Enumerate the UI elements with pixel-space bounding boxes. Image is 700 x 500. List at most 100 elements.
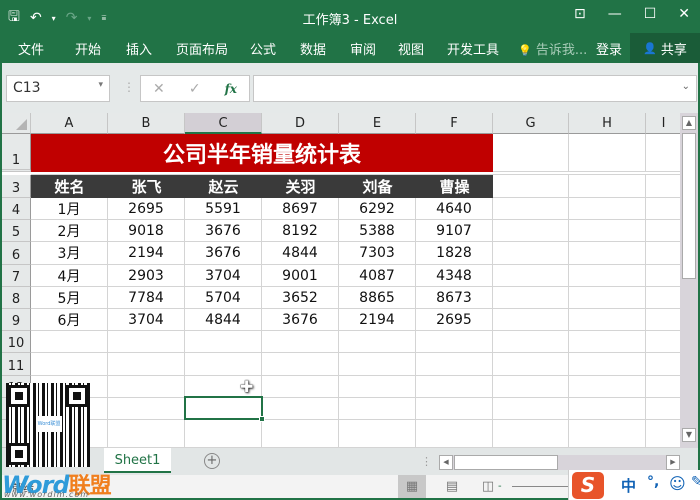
close-icon[interactable]: ✕ — [678, 6, 690, 22]
tab-split-handle-icon[interactable]: ⋮ — [421, 455, 432, 468]
cell[interactable] — [646, 376, 682, 398]
cell[interactable] — [493, 287, 569, 309]
row-header-5[interactable]: 5 — [2, 220, 31, 242]
tab-data[interactable]: 数据 — [300, 39, 326, 58]
cell[interactable] — [108, 376, 185, 398]
data-cell[interactable]: 2194 — [339, 309, 416, 331]
cell[interactable] — [339, 353, 416, 376]
header-cell[interactable]: 姓名 — [31, 175, 108, 198]
cell[interactable] — [185, 420, 262, 448]
cell[interactable] — [569, 198, 646, 220]
data-cell[interactable]: 4844 — [185, 309, 262, 331]
cell[interactable] — [569, 353, 646, 376]
active-cell-selection[interactable] — [184, 396, 265, 422]
column-header-h[interactable]: H — [569, 113, 646, 134]
data-cell[interactable]: 3704 — [185, 265, 262, 287]
data-cell[interactable]: 4348 — [416, 265, 493, 287]
data-cell[interactable]: 7784 — [108, 287, 185, 309]
data-cell[interactable]: 1828 — [416, 242, 493, 265]
cell[interactable] — [646, 242, 682, 265]
cell[interactable] — [339, 376, 416, 398]
column-header-f[interactable]: F — [416, 113, 493, 134]
cell[interactable] — [493, 398, 569, 420]
cell[interactable] — [493, 331, 569, 353]
cell[interactable] — [416, 353, 493, 376]
cell[interactable] — [339, 331, 416, 353]
row-header-3[interactable]: 3 — [2, 175, 31, 198]
cell[interactable] — [493, 353, 569, 376]
cell[interactable] — [416, 331, 493, 353]
data-cell[interactable]: 7303 — [339, 242, 416, 265]
cell[interactable] — [646, 265, 682, 287]
row-header-4[interactable]: 4 — [2, 198, 31, 220]
name-box[interactable]: C13 ▾ — [6, 75, 110, 102]
cell[interactable] — [646, 353, 682, 376]
share-button[interactable]: 👤 共享 — [630, 33, 700, 63]
cell[interactable] — [646, 175, 682, 198]
header-cell[interactable]: 张飞 — [108, 175, 185, 198]
column-header-a[interactable]: A — [31, 113, 108, 134]
zoom-out-icon[interactable]: - — [498, 481, 502, 492]
cell[interactable] — [646, 287, 682, 309]
data-cell[interactable]: 4月 — [31, 265, 108, 287]
header-cell[interactable]: 赵云 — [185, 175, 262, 198]
data-cell[interactable]: 1月 — [31, 198, 108, 220]
data-cell[interactable]: 2月 — [31, 220, 108, 242]
cell[interactable] — [493, 265, 569, 287]
cell[interactable] — [569, 309, 646, 331]
header-cell[interactable]: 关羽 — [262, 175, 339, 198]
tab-view[interactable]: 视图 — [398, 39, 424, 58]
scroll-down-icon[interactable]: ▼ — [682, 428, 696, 442]
row-header-9[interactable]: 9 — [2, 309, 31, 331]
cell[interactable] — [493, 242, 569, 265]
row-header-7[interactable]: 7 — [2, 265, 31, 287]
cell[interactable] — [569, 242, 646, 265]
page-layout-view-icon[interactable]: ▤ — [438, 475, 466, 498]
fill-handle[interactable] — [259, 416, 265, 422]
cell[interactable] — [262, 376, 339, 398]
cell[interactable] — [493, 420, 569, 448]
vertical-scrollbar[interactable]: ▲ ▼ — [680, 113, 698, 448]
cell[interactable] — [569, 398, 646, 420]
zoom-slider[interactable]: - — [498, 481, 572, 492]
cell[interactable] — [108, 353, 185, 376]
maximize-icon[interactable]: ☐ — [644, 6, 657, 22]
data-cell[interactable]: 6月 — [31, 309, 108, 331]
data-cell[interactable]: 8865 — [339, 287, 416, 309]
horizontal-scrollbar[interactable]: ◀ ▶ — [439, 455, 680, 470]
data-cell[interactable]: 6292 — [339, 198, 416, 220]
cell[interactable] — [646, 398, 682, 420]
data-cell[interactable]: 5704 — [185, 287, 262, 309]
column-header-g[interactable]: G — [493, 113, 569, 134]
cell[interactable] — [185, 331, 262, 353]
row-header-1[interactable]: 1 — [2, 134, 31, 172]
cell[interactable] — [646, 309, 682, 331]
ime-punctuation-icon[interactable]: °, — [647, 474, 659, 490]
minimize-icon[interactable]: — — [608, 6, 622, 22]
enter-icon[interactable]: ✓ — [189, 81, 201, 97]
worksheet-grid[interactable]: 公司半年销量统计表 ABCDEFGHI1345678910111213141月2… — [0, 113, 700, 448]
data-cell[interactable]: 5月 — [31, 287, 108, 309]
data-cell[interactable]: 8697 — [262, 198, 339, 220]
cell[interactable] — [262, 420, 339, 448]
cell[interactable] — [569, 134, 646, 172]
formula-input[interactable]: ⌄ — [253, 75, 697, 102]
cell[interactable] — [493, 175, 569, 198]
add-sheet-icon[interactable]: + — [204, 453, 220, 469]
cell[interactable] — [262, 331, 339, 353]
cell[interactable] — [646, 220, 682, 242]
title-merged-cell[interactable]: 公司半年销量统计表 — [31, 134, 493, 172]
scroll-up-icon[interactable]: ▲ — [682, 116, 696, 130]
vertical-scroll-thumb[interactable] — [682, 133, 696, 279]
cell[interactable] — [646, 331, 682, 353]
data-cell[interactable]: 9018 — [108, 220, 185, 242]
cell[interactable] — [493, 220, 569, 242]
data-cell[interactable]: 4640 — [416, 198, 493, 220]
cell[interactable] — [108, 420, 185, 448]
horizontal-scroll-thumb[interactable] — [454, 455, 558, 470]
cell[interactable] — [31, 353, 108, 376]
row-header-11[interactable]: 11 — [2, 353, 31, 376]
header-cell[interactable]: 刘备 — [339, 175, 416, 198]
data-cell[interactable]: 3652 — [262, 287, 339, 309]
data-cell[interactable]: 2695 — [416, 309, 493, 331]
